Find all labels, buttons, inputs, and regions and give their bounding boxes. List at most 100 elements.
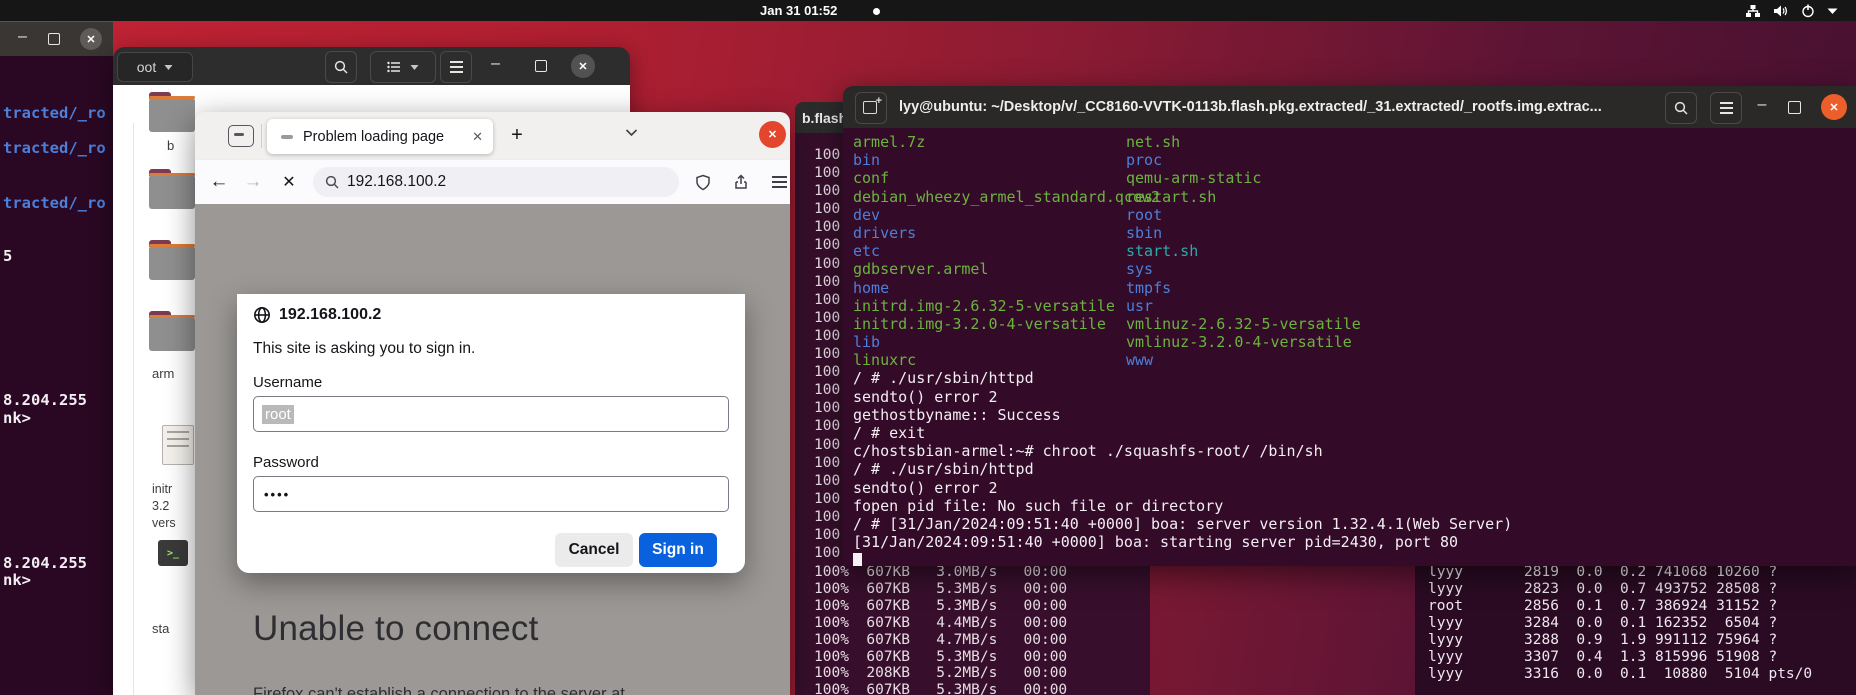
background-terminal-ps[interactable]: lyyylyyy 2819 0.0 0.2 741068 10260 ?lyyy…	[1415, 556, 1856, 695]
files-tab-label: oot	[136, 59, 157, 75]
terminal-line: lib vmlinuz-3.2.0-4-versatile	[853, 333, 1352, 352]
terminal-content: tracted/_ro tracted/_ro tracted/_ro 5 8.204.…	[0, 56, 113, 695]
terminal-line: bin proc	[853, 151, 1163, 170]
transfer-progress-sliver: 100	[814, 508, 841, 525]
terminal-line: / # exit	[853, 424, 926, 442]
folder-label: arm	[152, 366, 175, 381]
transfer-progress-sliver: 100	[814, 273, 841, 290]
transfer-progress-sliver: 100	[814, 165, 841, 182]
globe-icon	[253, 306, 271, 324]
close-icon[interactable]: ✕	[80, 28, 102, 50]
username-label: Username	[253, 374, 323, 391]
search-icon	[325, 175, 339, 189]
terminal-line: tracted/_ro	[3, 139, 106, 157]
transfer-progress-sliver: 100	[814, 346, 841, 363]
close-icon[interactable]: ✕	[571, 54, 595, 78]
url-bar[interactable]: 192.168.100.2	[313, 167, 679, 197]
terminal-line: [31/Jan/2024:09:51:40 +0000] boa: starti…	[853, 533, 1459, 552]
file-label-line: 3.2	[152, 499, 170, 513]
files-titlebar[interactable]: oot – ✕	[113, 47, 630, 85]
terminal-line: tracted/_ro	[3, 104, 106, 122]
terminal-line: 8.204.255	[3, 391, 87, 409]
stop-button[interactable]: ✕	[275, 160, 303, 204]
transfer-progress-sliver: 100	[814, 472, 841, 489]
transfer-progress-sliver: 100	[814, 490, 841, 507]
file-label: sta	[152, 621, 170, 636]
terminal-window[interactable]: + lyy@ubuntu: ~/Desktop/v/_CC8160-VVTK-0…	[843, 86, 1856, 566]
transfer-progress-sliver: 100	[814, 454, 841, 471]
navigation-bar: ← → ✕ 192.168.100.2	[195, 160, 790, 205]
new-tab-icon[interactable]: +	[855, 92, 887, 124]
terminal-content[interactable]: armel.7z net.sh bin proc conf qemu-arm-static…	[843, 128, 1856, 566]
folder-icon[interactable]	[149, 92, 195, 132]
firefox-window[interactable]: Problem loading page ✕ + ✕ ← → ✕ 192.168…	[195, 112, 790, 695]
terminal-line: etc start.sh	[853, 242, 1199, 261]
system-tray[interactable]	[1745, 0, 1838, 21]
power-icon	[1801, 4, 1815, 18]
close-icon[interactable]: ✕	[1821, 94, 1847, 120]
list-tabs-chevron-icon[interactable]	[625, 128, 638, 137]
password-label: Password	[253, 454, 319, 471]
folder-icon[interactable]	[149, 169, 195, 209]
cancel-button[interactable]: Cancel	[555, 533, 633, 567]
background-terminal-left[interactable]: – ✕ tracted/_ro tracted/_ro tracted/_ro 5 8.…	[0, 22, 113, 695]
folder-icon[interactable]	[149, 311, 195, 351]
new-tab-button[interactable]: +	[505, 124, 529, 148]
terminal-line: dev root	[853, 205, 1163, 224]
window-titlebar[interactable]: – ✕	[0, 22, 113, 56]
sign-in-button[interactable]: Sign in	[639, 533, 717, 567]
chevron-down-icon	[1827, 7, 1838, 15]
tab-title: Problem loading page	[303, 128, 445, 145]
files-tab[interactable]: oot	[117, 52, 193, 82]
terminal-line: fopen pid file: No such file or director…	[853, 496, 1224, 515]
minimize-icon[interactable]: –	[18, 28, 27, 46]
terminal-title: lyy@ubuntu: ~/Desktop/v/_CC8160-VVTK-011…	[899, 99, 1602, 115]
minimize-icon[interactable]: –	[491, 55, 500, 73]
shield-icon[interactable]	[689, 160, 717, 204]
minimize-icon[interactable]: –	[1751, 96, 1773, 118]
script-file-icon[interactable]: >_	[158, 540, 188, 566]
list-view-icon	[387, 61, 401, 73]
terminal-line: linuxrc www	[853, 351, 1154, 370]
maximize-icon[interactable]	[1788, 101, 1801, 114]
transfer-progress-sliver: 100	[814, 436, 841, 453]
maximize-icon[interactable]	[48, 33, 60, 45]
error-heading: Unable to connect	[253, 609, 539, 648]
active-tab[interactable]: Problem loading page ✕	[267, 119, 493, 154]
search-icon[interactable]	[325, 51, 357, 83]
tab-close-icon[interactable]: ✕	[472, 129, 483, 145]
tab-favicon	[281, 134, 293, 139]
ps-output-lines: lyyylyyy 2819 0.0 0.2 741068 10260 ?lyyy…	[1428, 556, 1812, 683]
terminal-titlebar[interactable]: + lyy@ubuntu: ~/Desktop/v/_CC8160-VVTK-0…	[843, 86, 1856, 128]
close-icon[interactable]: ✕	[759, 121, 786, 148]
volume-icon	[1773, 4, 1789, 18]
url-text[interactable]: 192.168.100.2	[347, 173, 446, 191]
terminal-line: / # ./usr/sbin/httpd	[853, 460, 1034, 479]
forward-button[interactable]: →	[239, 160, 267, 204]
terminal-line: sendto() error 2	[853, 478, 998, 497]
menu-icon[interactable]	[765, 160, 793, 204]
transfer-progress-line: 100% 607KB 4.7MB/s 00:00	[814, 631, 1068, 648]
terminal-line: conf qemu-arm-static	[853, 169, 1262, 188]
tab-bar: Problem loading page ✕ + ✕	[195, 112, 790, 160]
back-button[interactable]: ←	[205, 160, 233, 204]
terminal-line: 5	[3, 247, 13, 265]
terminal-line: tracted/_ro	[3, 194, 106, 212]
menu-icon[interactable]	[440, 51, 472, 83]
ps-output-line: lyyy 3284 0.0 0.1 162352 6504 ?	[1428, 615, 1778, 631]
view-options-button[interactable]	[370, 51, 436, 83]
transfer-progress-sliver: 100	[814, 201, 841, 218]
username-field[interactable]: root	[253, 396, 729, 432]
clock[interactable]: Jan 31 01:52	[760, 0, 837, 21]
file-icon[interactable]	[162, 425, 194, 465]
maximize-icon[interactable]	[535, 60, 547, 72]
password-field[interactable]: ••••	[253, 476, 729, 512]
menu-icon[interactable]	[1710, 92, 1742, 124]
firefox-view-icon[interactable]	[228, 125, 254, 147]
folder-icon[interactable]	[149, 240, 195, 280]
search-icon[interactable]	[1665, 92, 1697, 124]
ps-output-line: lyyy 2819 0.0 0.2 741068 10260 ?	[1428, 564, 1778, 580]
terminal-cursor	[853, 553, 862, 566]
share-icon[interactable]	[727, 160, 755, 204]
file-label-line: vers	[152, 516, 176, 530]
